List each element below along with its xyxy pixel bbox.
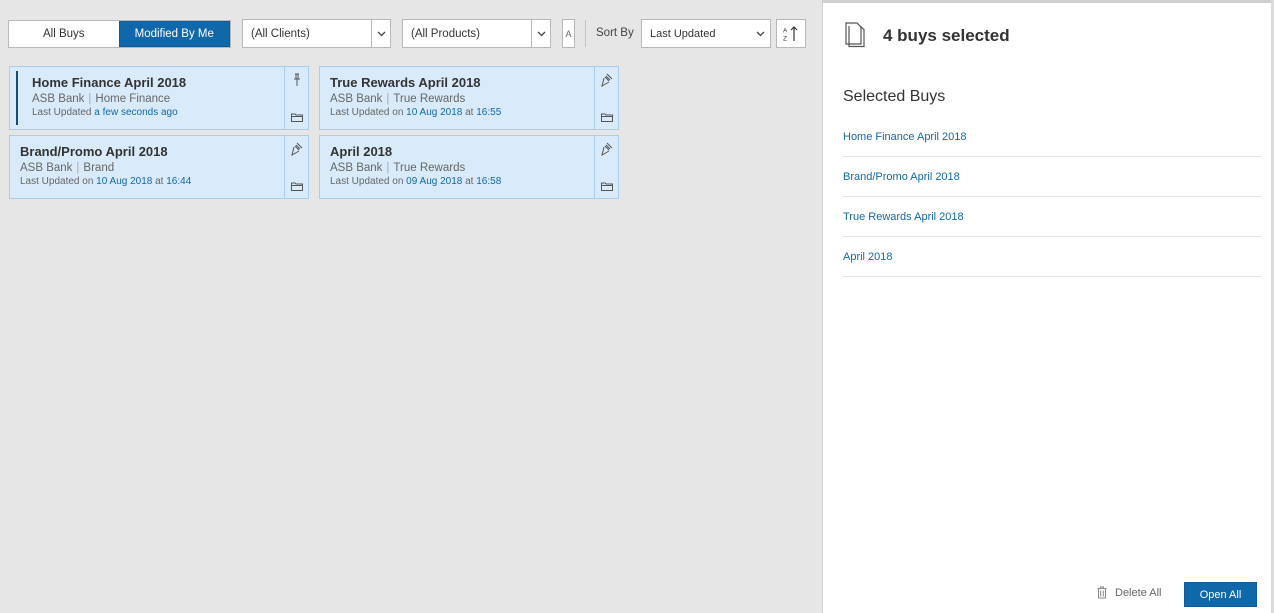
toolbar-divider [585, 20, 586, 47]
selected-buy-link[interactable]: April 2018 [843, 237, 1261, 277]
chevron-down-icon [750, 31, 770, 37]
buy-card-body[interactable]: Home Finance April 2018 ASB Bank | Home Fi… [10, 67, 284, 129]
delete-all-label: Delete All [1115, 586, 1162, 599]
buy-card[interactable]: Home Finance April 2018 ASB Bank | Home Fi… [9, 66, 309, 130]
sort-by-dropdown[interactable]: Last Updated [641, 19, 771, 48]
buy-card-updated-prefix: Last Updated on [330, 107, 404, 118]
buy-card-updated-date: 10 Aug 2018 [96, 176, 153, 187]
buy-card-body[interactable]: April 2018 ASB Bank | True Rewards Last Up… [320, 136, 594, 198]
selected-buy-link[interactable]: Home Finance April 2018 [843, 117, 1261, 157]
buy-card-product: True Rewards [393, 162, 466, 174]
selected-buys-heading: Selected Buys [843, 88, 946, 105]
buy-card-updated-time: 16:58 [476, 176, 502, 187]
clients-dropdown[interactable]: (All Clients) [242, 19, 391, 48]
svg-text:A: A [783, 27, 788, 34]
buy-card-body[interactable]: Brand/Promo April 2018 ASB Bank | Brand La… [10, 136, 284, 198]
buy-card-meta: ASB Bank | Brand [20, 162, 115, 174]
sort-by-label: Sort By [596, 27, 634, 39]
buy-card-meta: ASB Bank | True Rewards [330, 162, 466, 174]
pin-icon[interactable] [600, 142, 613, 156]
copy-icon [845, 22, 865, 48]
buy-card-client: ASB Bank [20, 162, 73, 174]
products-dropdown[interactable]: (All Products) [402, 19, 551, 48]
pin-icon[interactable] [290, 142, 303, 156]
buy-card-updated-prefix: Last Updated [32, 107, 92, 118]
buys-workspace: All Buys Modified By Me (All Clients) (A… [0, 0, 822, 613]
sort-direction-button[interactable]: A Z [776, 19, 806, 48]
pin-icon[interactable] [292, 73, 302, 87]
buy-card-updated-time: 16:55 [476, 107, 502, 118]
selected-buys-list: Home Finance April 2018 Brand/Promo Apri… [843, 117, 1261, 277]
trash-icon [1097, 586, 1107, 599]
buy-card-title: April 2018 [330, 144, 393, 159]
folder-icon[interactable] [290, 182, 303, 191]
sort-by-value: Last Updated [650, 27, 716, 40]
buy-card-updated-at: at [465, 107, 474, 118]
buy-card-updated: Last Updated on 10 Aug 2018 at 16:44 [20, 176, 274, 187]
selected-buy-link[interactable]: True Rewards April 2018 [843, 197, 1261, 237]
pin-icon[interactable] [600, 73, 613, 87]
buy-card[interactable]: True Rewards April 2018 ASB Bank | True Re… [319, 66, 619, 130]
chevron-down-icon [531, 20, 550, 47]
buy-card-actions [284, 136, 308, 198]
buy-card-updated-at: at [155, 176, 164, 187]
buy-card-updated-prefix: Last Updated on [330, 176, 404, 187]
buy-card-meta: ASB Bank | Home Finance [32, 93, 171, 105]
buy-card-client: ASB Bank [32, 93, 85, 105]
buy-card-updated-time: 16:44 [166, 176, 192, 187]
buy-card-title: True Rewards April 2018 [330, 75, 481, 90]
truncated-filter-value: A [565, 28, 572, 39]
buy-card-updated-relative: a few seconds ago [94, 107, 178, 118]
buy-card-updated: Last Updated on 10 Aug 2018 at 16:55 [330, 107, 584, 118]
selected-count: 4 buys selected [883, 26, 1010, 45]
all-buys-tab[interactable]: All Buys [9, 21, 119, 47]
buy-card-updated-date: 10 Aug 2018 [406, 107, 463, 118]
buy-card-product: Home Finance [95, 93, 171, 105]
sort-az-icon: A Z [783, 25, 798, 42]
buy-card-client: ASB Bank [330, 162, 383, 174]
folder-icon[interactable] [600, 182, 613, 191]
buy-card-title: Home Finance April 2018 [32, 75, 187, 90]
buy-card-meta: ASB Bank | True Rewards [330, 93, 466, 105]
buys-filter-toggle: All Buys Modified By Me [8, 20, 231, 48]
modified-by-me-tab[interactable]: Modified By Me [118, 21, 230, 47]
buy-card-updated: Last Updated a few seconds ago [32, 107, 274, 118]
selected-buy-link[interactable]: Brand/Promo April 2018 [843, 157, 1261, 197]
buy-card-updated-at: at [465, 176, 474, 187]
buy-card[interactable]: April 2018 ASB Bank | True Rewards Last Up… [319, 135, 619, 199]
selection-panel: 4 buys selected Selected Buys Home Finan… [822, 0, 1274, 613]
svg-text:Z: Z [783, 35, 787, 42]
buy-card-actions [594, 67, 618, 129]
folder-icon[interactable] [600, 113, 613, 122]
buy-card-actions [284, 67, 308, 129]
buy-card-product: True Rewards [393, 93, 466, 105]
buy-card-body[interactable]: True Rewards April 2018 ASB Bank | True Re… [320, 67, 594, 129]
chevron-down-icon [371, 20, 390, 47]
buy-card-client: ASB Bank [330, 93, 383, 105]
buy-card-actions [594, 136, 618, 198]
buy-card-title: Brand/Promo April 2018 [20, 144, 168, 159]
buy-card-updated-date: 09 Aug 2018 [406, 176, 463, 187]
products-dropdown-value: (All Products) [411, 27, 481, 40]
clients-dropdown-value: (All Clients) [251, 27, 310, 40]
folder-icon[interactable] [290, 113, 303, 122]
buy-card-updated-prefix: Last Updated on [20, 176, 94, 187]
buy-card-updated: Last Updated on 09 Aug 2018 at 16:58 [330, 176, 584, 187]
open-all-button[interactable]: Open All [1184, 582, 1257, 607]
buy-card[interactable]: Brand/Promo April 2018 ASB Bank | Brand La… [9, 135, 309, 199]
truncated-filter-dropdown[interactable]: A [562, 19, 575, 48]
buy-card-product: Brand [83, 162, 115, 174]
delete-all-button[interactable]: Delete All [1097, 586, 1161, 599]
